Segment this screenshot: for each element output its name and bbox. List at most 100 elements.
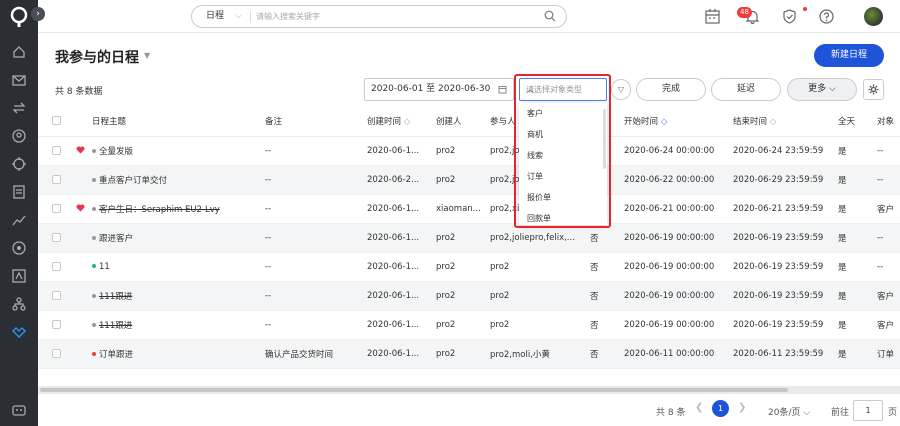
new-schedule-button[interactable]: 新建日程 (814, 44, 884, 67)
page-number-current[interactable]: 1 (712, 400, 729, 417)
row-checkbox[interactable] (52, 319, 61, 329)
subject-cell[interactable]: 11 (92, 252, 265, 282)
end-cell: 2020-06-29 23:59:59 (733, 165, 838, 195)
dropdown-scrollbar[interactable] (603, 109, 606, 169)
prev-page-icon[interactable]: ❮ (695, 402, 703, 413)
subject-cell[interactable]: 111跟进 (92, 281, 265, 311)
location-icon[interactable] (11, 240, 27, 256)
created-cell: 2020-06-1... (367, 310, 436, 340)
more-button[interactable]: 更多 ⌵ (787, 78, 857, 101)
row-checkbox[interactable] (52, 261, 61, 271)
transfer-icon[interactable] (11, 100, 27, 116)
start-cell: 2020-06-24 00:00:00 (624, 136, 733, 166)
col-end-time[interactable]: 结束时间 ◇ (733, 107, 838, 137)
table-row[interactable]: 重点客户订单交付 -- 2020-06-2... pro2 pro2,jo 2020-06… (38, 165, 900, 195)
col-created-time[interactable]: 创建时间 ◇ (367, 107, 436, 137)
calendar-icon[interactable] (704, 8, 721, 25)
document-icon[interactable] (11, 184, 27, 200)
search-input[interactable] (256, 9, 526, 24)
related-cell: -- (877, 252, 900, 282)
dropdown-option[interactable]: 回款单 (519, 208, 607, 229)
table-row[interactable]: 111跟进 -- 2020-06-1... pro2 pro2 否 2020-06-19 0… (38, 281, 900, 311)
subject-cell[interactable]: 订单跟进 (92, 339, 265, 369)
sort-icon[interactable]: ◇ (661, 117, 668, 127)
goto-page-input[interactable]: 1 (853, 400, 883, 421)
chevron-down-icon[interactable]: ⌵ (236, 6, 241, 27)
heart-icon[interactable] (76, 204, 85, 212)
date-range-picker[interactable]: 2020-06-01 至 2020-06-30 (364, 78, 514, 101)
next-page-icon[interactable]: ❯ (738, 402, 746, 413)
object-type-select[interactable]: 请选择对象类型 ︿ (519, 78, 607, 101)
scrollbar-thumb[interactable] (40, 388, 788, 392)
schedule-icon[interactable] (11, 324, 27, 340)
status-cell: 否 (590, 310, 624, 340)
subject-cell[interactable]: 111跟进 (92, 310, 265, 340)
mail-icon[interactable] (11, 72, 27, 88)
search-divider (250, 11, 251, 23)
table-row[interactable]: 客户生日：Seraphim EU2-Lvy -- 2020-06-1... xiaom… (38, 194, 900, 224)
delay-button[interactable]: 延迟 (711, 78, 781, 101)
chart-icon[interactable] (11, 212, 27, 228)
creator-cell: pro2 (436, 165, 490, 195)
robot-icon[interactable] (11, 402, 27, 418)
created-cell: 2020-06-1... (367, 194, 436, 224)
search-scope-select[interactable]: 日程 (206, 6, 224, 27)
search-icon[interactable] (544, 10, 556, 22)
start-cell: 2020-06-19 00:00:00 (624, 223, 733, 253)
table-row[interactable]: 11 -- 2020-06-1... pro2 pro2 否 2020-06-19 00:0… (38, 252, 900, 282)
heart-icon[interactable] (76, 146, 85, 154)
org-chart-icon[interactable] (11, 296, 27, 312)
main-panel: 我参与的日程 ▼ 新建日程 共 8 条数据 2020-06-01 至 2020-… (38, 33, 900, 426)
sidebar-collapse-button[interactable]: › (31, 7, 45, 21)
help-icon[interactable] (818, 8, 835, 25)
dropdown-option[interactable]: 报价单 (519, 187, 607, 208)
record-count: 共 8 条数据 (55, 87, 103, 97)
start-cell: 2020-06-21 00:00:00 (624, 194, 733, 224)
settings-button[interactable] (863, 79, 884, 100)
filter-button[interactable]: ▽ (611, 79, 631, 100)
sort-icon[interactable]: ◇ (404, 117, 411, 127)
col-subject[interactable]: 日程主题 (92, 107, 265, 137)
row-checkbox[interactable] (52, 348, 61, 358)
profile-card-icon[interactable] (11, 268, 27, 284)
dropdown-option[interactable]: 线索 (519, 145, 607, 166)
filter-icon: ▽ (617, 85, 625, 94)
col-start-time[interactable]: 开始时间 ◇ (624, 107, 733, 137)
title-dropdown-icon[interactable]: ▼ (144, 51, 150, 60)
created-cell: 2020-06-1... (367, 223, 436, 253)
creator-cell: xiaoman... (436, 194, 490, 224)
horizontal-scrollbar[interactable] (38, 386, 900, 394)
contact-icon[interactable] (11, 128, 27, 144)
row-checkbox[interactable] (52, 232, 61, 242)
col-all-day: 全天 (838, 107, 877, 137)
table-row[interactable]: 订单跟进 确认产品交货时间 2020-06-1... pro2 pro2,moli,小黄… (38, 339, 900, 369)
allday-cell: 是 (838, 223, 877, 253)
schedule-table: 日程主题 备注 创建时间 ◇ 创建人 参与人 完 开始时间 ◇ 结束时间 ◇ 全… (38, 107, 900, 369)
select-all-checkbox[interactable] (52, 116, 61, 126)
page-size-select[interactable]: 20条/页 ⌵ (768, 405, 810, 418)
subject-cell[interactable]: 重点客户订单交付 (92, 165, 265, 195)
row-checkbox[interactable] (52, 174, 61, 184)
subject-cell[interactable]: 跟进客户 (92, 223, 265, 253)
sort-icon[interactable]: ◇ (770, 117, 777, 127)
target-icon[interactable] (11, 156, 27, 172)
subject-cell[interactable]: 客户生日：Seraphim EU2-Lvy (92, 194, 265, 224)
table-row[interactable]: 跟进客户 -- 2020-06-1... pro2 pro2,joliepro,feli… (38, 223, 900, 253)
user-avatar[interactable] (864, 7, 883, 26)
update-dot (803, 7, 807, 11)
related-cell: 客户 (877, 310, 900, 340)
row-checkbox[interactable] (52, 203, 61, 213)
allday-cell: 是 (838, 136, 877, 166)
done-button[interactable]: 完成 (636, 78, 706, 101)
row-checkbox[interactable] (52, 290, 61, 300)
dropdown-option[interactable]: 客户 (519, 103, 607, 124)
dropdown-option[interactable]: 商机 (519, 124, 607, 145)
row-checkbox[interactable] (52, 145, 61, 155)
dropdown-option[interactable]: 订单 (519, 166, 607, 187)
page-suffix: 页 (888, 408, 898, 418)
subject-cell[interactable]: 全量发版 (92, 136, 265, 166)
home-icon[interactable] (11, 44, 27, 60)
table-row[interactable]: 111跟进 -- 2020-06-1... pro2 pro2 否 2020-06-19 0… (38, 310, 900, 340)
shield-check-icon[interactable] (781, 8, 798, 25)
table-row[interactable]: 全量发版 -- 2020-06-1... pro2 pro2,jo 2020-06-24 … (38, 136, 900, 166)
